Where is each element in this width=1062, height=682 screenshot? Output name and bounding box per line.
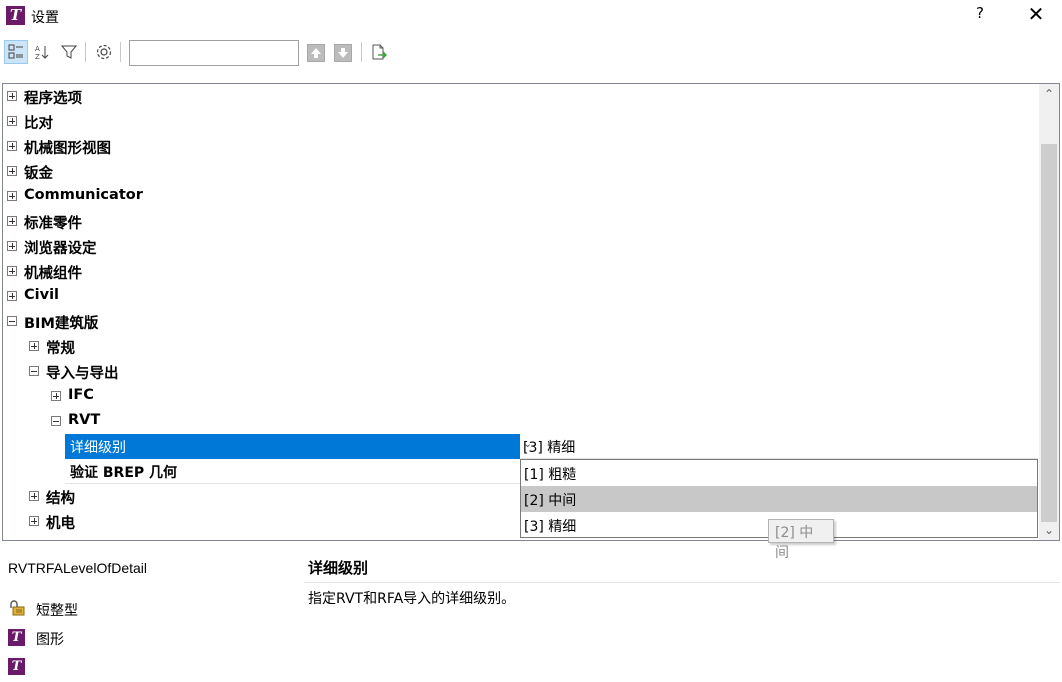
tree-node-mechanical-assembly[interactable]: 机械组件 [3, 259, 1039, 284]
setting-title: 详细级别 [308, 559, 369, 577]
tree-node-mechanical-view[interactable]: 机械图形视图 [3, 134, 1039, 159]
close-button[interactable]: ✕ [1025, 2, 1047, 26]
previous-result-button[interactable] [307, 44, 325, 62]
categorized-view-icon [8, 44, 23, 59]
arrow-down-icon [338, 48, 348, 58]
tree-node-label: 标准零件 [24, 216, 82, 232]
scroll-down-icon[interactable]: ⌄ [1039, 520, 1059, 540]
expand-icon[interactable] [7, 91, 17, 101]
property-name-cell[interactable]: 详细级别 [65, 434, 520, 459]
tree-node-bim[interactable]: BIM建筑版 [3, 309, 1039, 334]
setting-description: 指定RVT和RFA导入的详细级别。 [308, 591, 516, 607]
toolbar-separator [120, 42, 121, 62]
dropdown-option-label: [2] 中间 [524, 493, 577, 509]
tree-node-label: BIM建筑版 [24, 316, 99, 332]
property-name: 详细级别 [70, 440, 126, 456]
tree-node-import-export[interactable]: 导入与导出 [3, 359, 1039, 384]
window-title: 设置 [31, 10, 59, 26]
tree-node-label: Civil [24, 287, 60, 303]
setting-category-label: 图形 [36, 632, 64, 648]
chevron-down-icon[interactable]: ⌄ [523, 437, 1036, 450]
tree-node-label: 常规 [46, 341, 75, 357]
collapse-icon[interactable] [51, 416, 61, 426]
categorized-view-button[interactable] [4, 40, 28, 64]
app-logo-icon: T [8, 629, 25, 646]
expand-icon[interactable] [7, 191, 17, 201]
expand-icon[interactable] [29, 491, 39, 501]
collapse-icon[interactable] [7, 316, 17, 326]
toolbar: A Z [0, 36, 1062, 70]
property-name: 验证 BREP 几何 [70, 465, 178, 481]
scroll-up-icon[interactable]: ⌃ [1039, 84, 1059, 104]
expand-icon[interactable] [51, 391, 61, 401]
setting-internal-name: RVTRFALevelOfDetail [8, 560, 148, 576]
dropdown-option-medium[interactable]: [2] 中间 [521, 486, 1037, 512]
filter-button[interactable] [57, 40, 81, 64]
collapse-icon[interactable] [29, 366, 39, 376]
tree-node-label: 浏览器设定 [24, 241, 97, 257]
tree-node-label: 机械图形视图 [24, 141, 111, 157]
gear-icon [96, 44, 112, 60]
tree-node-civil[interactable]: Civil [3, 284, 1039, 309]
tree-node-ifc[interactable]: IFC [3, 384, 1039, 409]
tree-node-browser-settings[interactable]: 浏览器设定 [3, 234, 1039, 259]
expand-icon[interactable] [7, 141, 17, 151]
title-bar: T 设置 ? ✕ [0, 0, 1062, 32]
tree-node-sheet-metal[interactable]: 钣金 [3, 159, 1039, 184]
tree-node-general[interactable]: 常规 [3, 334, 1039, 359]
export-button[interactable] [367, 40, 391, 64]
app-logo-icon: T [8, 658, 25, 675]
alphabetical-sort-icon: A Z [35, 45, 49, 60]
scrollbar-thumb[interactable] [1041, 144, 1057, 522]
tree-scrollbar[interactable]: ⌃ ⌄ [1039, 84, 1059, 540]
arrow-up-icon [311, 48, 321, 58]
expand-icon[interactable] [7, 241, 17, 251]
tree-node-label: 比对 [24, 116, 53, 132]
tree-node-rvt[interactable]: RVT [3, 409, 1039, 434]
tree-node-label: 钣金 [24, 166, 53, 182]
expand-icon[interactable] [7, 116, 17, 126]
tree-node-label: Communicator [24, 187, 143, 203]
expand-icon[interactable] [7, 266, 17, 276]
toolbar-separator [85, 42, 86, 62]
tree-node-compare[interactable]: 比对 [3, 109, 1039, 134]
property-name-cell[interactable]: 验证 BREP 几何 [65, 459, 520, 484]
dropdown-option-coarse[interactable]: [1] 粗糙 [521, 460, 1037, 486]
tree-node-program-options[interactable]: 程序选项 [3, 84, 1039, 109]
dropdown-option-label: [3] 精细 [524, 519, 577, 535]
search-input[interactable] [129, 40, 299, 66]
tree-node-communicator[interactable]: Communicator [3, 184, 1039, 209]
expand-icon[interactable] [7, 166, 17, 176]
svg-text:A: A [35, 45, 40, 53]
expand-icon[interactable] [29, 341, 39, 351]
setting-type-label: 短整型 [36, 603, 78, 619]
tree-node-label: RVT [68, 412, 101, 428]
svg-text:Z: Z [35, 53, 40, 60]
lock-type-icon [10, 600, 25, 616]
export-icon [372, 44, 387, 60]
expand-icon[interactable] [7, 216, 17, 226]
dropdown-option-label: [1] 粗糙 [524, 467, 577, 483]
app-logo-icon: T [6, 6, 25, 25]
tree-node-label: 机械组件 [24, 266, 82, 282]
tree-node-label: 导入与导出 [46, 366, 119, 382]
tree-node-standard-parts[interactable]: 标准零件 [3, 209, 1039, 234]
toolbar-separator [361, 42, 362, 62]
expand-icon[interactable] [29, 516, 39, 526]
next-result-button[interactable] [334, 44, 352, 62]
alphabetical-sort-button[interactable]: A Z [30, 40, 54, 64]
expand-icon[interactable] [7, 291, 17, 301]
help-button[interactable]: ? [970, 4, 990, 26]
tree-node-label: 机电 [46, 516, 75, 532]
level-of-detail-select[interactable]: [3] 精细 ⌄ [521, 434, 1038, 459]
tree-node-label: IFC [68, 387, 94, 403]
filter-icon [61, 45, 77, 59]
settings-button[interactable] [92, 40, 116, 64]
tree-node-label: 程序选项 [24, 91, 82, 107]
info-divider [304, 582, 1060, 583]
tree-node-label: 结构 [46, 491, 75, 507]
option-tooltip: [2] 中间 [768, 519, 834, 561]
